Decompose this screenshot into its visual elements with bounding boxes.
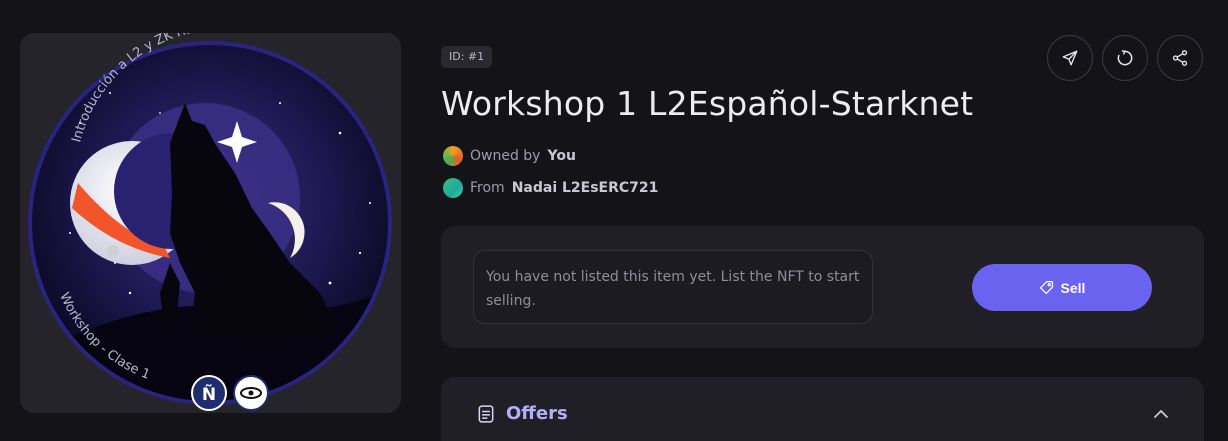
- collection-avatar: [443, 178, 463, 198]
- not-listed-notice: You have not listed this item yet. List …: [473, 250, 873, 324]
- nft-artwork-card[interactable]: Introducción a L2 y ZK Rollups Workshop …: [20, 33, 401, 413]
- refresh-icon: [1117, 50, 1133, 66]
- offers-title: Offers: [506, 403, 568, 424]
- share-button[interactable]: [1157, 35, 1203, 81]
- tag-icon: [1039, 280, 1053, 295]
- send-icon: [1062, 50, 1078, 66]
- offers-header[interactable]: Offers: [476, 403, 568, 424]
- listing-panel: You have not listed this item yet. List …: [441, 226, 1204, 348]
- share-icon: [1172, 50, 1188, 66]
- sell-button-label: Sell: [1060, 279, 1086, 296]
- document-icon: [478, 404, 494, 423]
- nft-title: Workshop 1 L2Español-Starknet: [441, 84, 974, 123]
- owner-row: Owned by You: [443, 146, 576, 166]
- collection-name-link[interactable]: Nadai L2EsERC721: [512, 180, 659, 196]
- from-prefix: From: [470, 180, 505, 196]
- owner-avatar: [443, 146, 463, 166]
- offers-panel: Offers: [441, 377, 1204, 441]
- nft-detail-page: Introducción a L2 y ZK Rollups Workshop …: [0, 0, 1228, 441]
- send-button[interactable]: [1047, 35, 1093, 81]
- l2-espanol-logo-glyph: Ñ: [202, 382, 216, 405]
- nft-artwork-image: Introducción a L2 y ZK Rollups Workshop …: [28, 33, 392, 411]
- owned-by-prefix: Owned by: [470, 148, 541, 164]
- owner-name-link[interactable]: You: [547, 148, 575, 164]
- token-id-badge: ID: #1: [441, 46, 493, 68]
- sell-button[interactable]: Sell: [972, 264, 1152, 311]
- refresh-button[interactable]: [1102, 35, 1148, 81]
- chevron-up-icon[interactable]: [1153, 408, 1169, 420]
- collection-row: From Nadai L2EsERC721: [443, 178, 658, 198]
